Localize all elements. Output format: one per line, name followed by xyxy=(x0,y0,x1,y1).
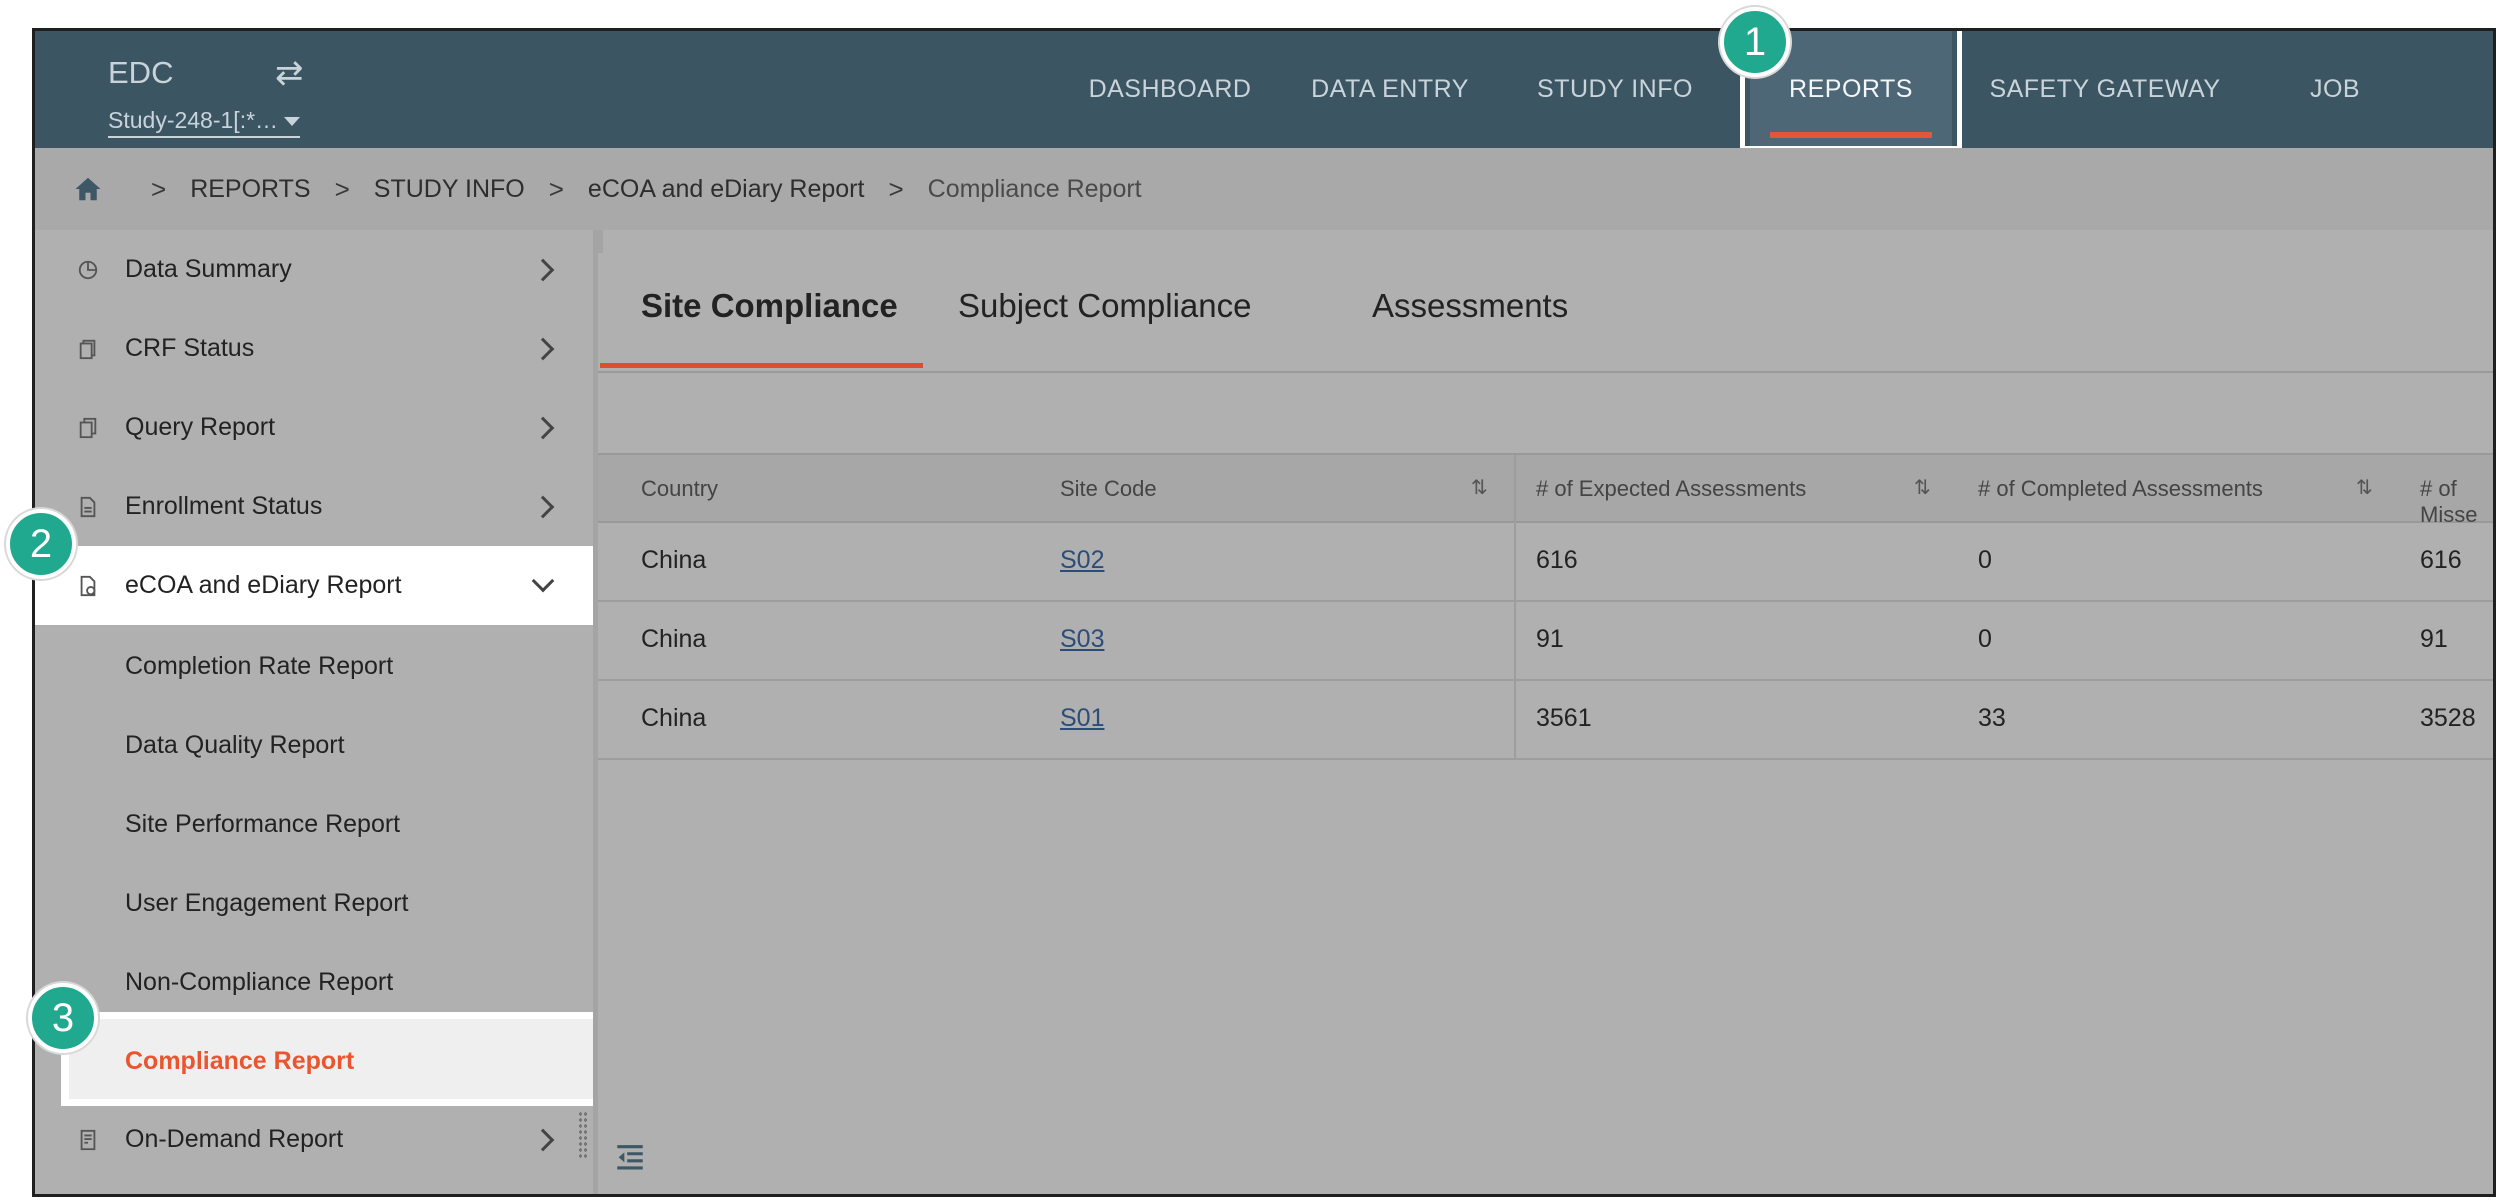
sidebar-item-query-report[interactable]: Query Report xyxy=(35,388,593,467)
sidebar-subitem-non-compliance[interactable]: Non-Compliance Report xyxy=(125,968,393,997)
report-content: Site Compliance Subject Compliance Asses… xyxy=(598,253,2493,1194)
app-brand: EDC xyxy=(108,55,174,90)
column-header-expected[interactable]: # of Expected Assessments xyxy=(1536,476,1806,502)
sidebar-subitem-compliance-label[interactable]: Compliance Report xyxy=(125,1047,354,1076)
cell-expected: 3561 xyxy=(1536,704,1592,732)
site-code-link[interactable]: S02 xyxy=(1060,546,1104,575)
cell-completed: 0 xyxy=(1978,625,1992,653)
sidebar-item-label: Data Summary xyxy=(125,255,292,283)
breadcrumb: > REPORTS > STUDY INFO > eCOA and eDiary… xyxy=(35,148,2493,230)
home-icon[interactable] xyxy=(73,174,103,204)
breadcrumb-current: Compliance Report xyxy=(927,174,1142,203)
cell-completed: 0 xyxy=(1978,546,1992,574)
tab-subject-compliance[interactable]: Subject Compliance xyxy=(958,287,1252,325)
top-navigation-bar: EDC ⇄ Study-248-1[:*… DASHBOARD DATA ENT… xyxy=(35,31,2493,148)
cell-expected: 616 xyxy=(1536,546,1578,574)
study-selector-label: Study-248-1[:*… xyxy=(108,107,279,133)
cell-country: China xyxy=(641,625,707,653)
breadcrumb-separator-icon: > xyxy=(334,173,350,204)
sidebar-item-label: eCOA and eDiary Report xyxy=(125,571,402,599)
chevron-right-icon xyxy=(531,1128,555,1152)
table-row: China S02 616 0 616 xyxy=(598,521,2493,602)
cell-country: China xyxy=(641,546,707,574)
study-selector[interactable]: Study-248-1[:*… xyxy=(108,107,301,138)
nav-data-entry[interactable]: DATA ENTRY xyxy=(1290,31,1490,148)
nav-dashboard[interactable]: DASHBOARD xyxy=(1075,31,1265,148)
sidebar-item-on-demand-report[interactable]: On-Demand Report xyxy=(35,1100,593,1179)
tab-site-compliance[interactable]: Site Compliance xyxy=(641,287,898,325)
report-sidebar: Data Summary CRF Status Query Report Enr… xyxy=(35,230,601,1194)
sidebar-item-label: On-Demand Report xyxy=(125,1125,344,1153)
sort-icon[interactable]: ⇅ xyxy=(1471,475,1488,500)
column-header-site-code[interactable]: Site Code xyxy=(1060,476,1157,502)
sidebar-item-data-summary[interactable]: Data Summary xyxy=(35,230,593,309)
table-row: China S01 3561 33 3528 xyxy=(598,679,2493,760)
chevron-right-icon xyxy=(531,416,555,440)
breadcrumb-reports[interactable]: REPORTS xyxy=(190,175,310,204)
sidebar-item-label: Enrollment Status xyxy=(125,492,323,520)
sidebar-subitem-site-performance[interactable]: Site Performance Report xyxy=(125,810,400,839)
breadcrumb-ecoa-ediary[interactable]: eCOA and eDiary Report xyxy=(588,175,865,204)
breadcrumb-study-info[interactable]: STUDY INFO xyxy=(374,175,525,204)
tab-assessments[interactable]: Assessments xyxy=(1372,287,1568,325)
breadcrumb-separator-icon: > xyxy=(888,173,904,204)
sort-icon[interactable]: ⇅ xyxy=(2356,475,2373,500)
column-divider xyxy=(1514,600,1516,679)
active-tab-indicator xyxy=(600,363,923,368)
caret-down-icon xyxy=(284,117,301,127)
breadcrumb-separator-icon: > xyxy=(151,173,167,204)
step-marker-3: 3 xyxy=(28,983,98,1053)
cell-expected: 91 xyxy=(1536,625,1564,653)
switch-app-icon[interactable]: ⇄ xyxy=(275,53,304,93)
chevron-right-icon xyxy=(531,495,555,519)
nav-safety-gateway[interactable]: SAFETY GATEWAY xyxy=(1980,31,2230,148)
step-marker-1: 1 xyxy=(1720,7,1790,77)
cell-missed: 3528 xyxy=(2420,704,2476,732)
chevron-right-icon xyxy=(531,258,555,282)
sidebar-subitem-data-quality[interactable]: Data Quality Report xyxy=(125,731,345,760)
cell-missed: 616 xyxy=(2420,546,2462,574)
chevron-down-icon xyxy=(531,569,555,593)
query-doc-icon xyxy=(79,417,97,438)
nav-study-info[interactable]: STUDY INFO xyxy=(1515,31,1715,148)
report-tabs: Site Compliance Subject Compliance Asses… xyxy=(598,253,2493,373)
sidebar-subitem-user-engagement[interactable]: User Engagement Report xyxy=(125,889,408,918)
column-divider xyxy=(1514,679,1516,758)
enrollment-doc-icon xyxy=(80,496,96,517)
app-window: EDC ⇄ Study-248-1[:*… DASHBOARD DATA ENT… xyxy=(32,28,2496,1197)
column-divider xyxy=(1514,521,1516,600)
sidebar-item-ecoa-ediary-report[interactable]: eCOA and eDiary Report xyxy=(35,546,595,625)
step-marker-2: 2 xyxy=(6,509,76,579)
cell-missed: 91 xyxy=(2420,625,2448,653)
sidebar-subitem-completion-rate[interactable]: Completion Rate Report xyxy=(125,652,393,681)
sidebar-item-label: CRF Status xyxy=(125,334,255,362)
resize-grip-icon[interactable] xyxy=(578,1111,588,1159)
pie-chart-icon xyxy=(78,260,98,279)
sidebar-item-label: Query Report xyxy=(125,413,276,441)
collapse-sidebar-icon[interactable] xyxy=(612,1141,648,1175)
table-header: Country Site Code ⇅ # of Expected Assess… xyxy=(598,453,2493,527)
crf-doc-icon xyxy=(79,339,96,359)
sort-icon[interactable]: ⇅ xyxy=(1914,475,1931,500)
breadcrumb-separator-icon: > xyxy=(548,173,564,204)
cell-completed: 33 xyxy=(1978,704,2006,732)
cell-country: China xyxy=(641,704,707,732)
column-header-completed[interactable]: # of Completed Assessments xyxy=(1978,476,2263,502)
sidebar-item-enrollment-status[interactable]: Enrollment Status xyxy=(35,467,593,546)
site-code-link[interactable]: S01 xyxy=(1060,704,1104,733)
nav-job[interactable]: JOB xyxy=(2275,31,2395,148)
table-row: China S03 91 0 91 xyxy=(598,600,2493,681)
sidebar-item-crf-status[interactable]: CRF Status xyxy=(35,309,593,388)
on-demand-report-icon xyxy=(80,1129,96,1150)
ecoa-doc-icon xyxy=(80,575,96,596)
site-code-link[interactable]: S03 xyxy=(1060,625,1104,654)
column-header-country[interactable]: Country xyxy=(641,476,718,502)
column-divider xyxy=(1514,455,1516,521)
chevron-right-icon xyxy=(531,337,555,361)
